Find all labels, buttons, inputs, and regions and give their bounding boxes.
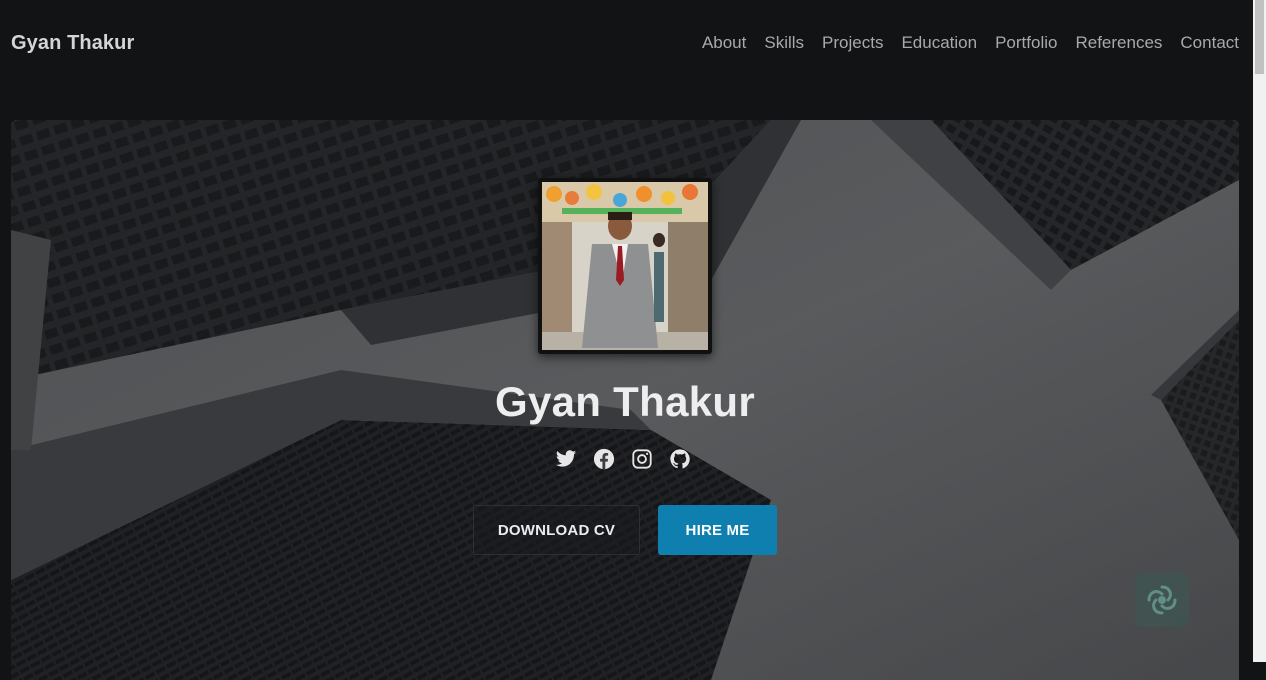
hero-name: Gyan Thakur [494, 378, 756, 425]
profile-photo [538, 178, 712, 354]
scrollbar-thumb[interactable] [1255, 0, 1264, 74]
chat-widget-button[interactable] [1135, 573, 1189, 627]
github-icon[interactable] [669, 448, 691, 470]
chat-widget-icon [1147, 585, 1177, 615]
nav-link-education[interactable]: Education [901, 33, 977, 53]
top-navbar: Gyan Thakur About Skills Projects Educat… [0, 0, 1253, 90]
hero-section: Gyan Thakur DOWNLOAD CV HIRE ME [11, 120, 1239, 680]
nav-link-projects[interactable]: Projects [822, 33, 883, 53]
social-links [555, 448, 691, 470]
nav-link-contact[interactable]: Contact [1180, 33, 1239, 53]
page-scrollbar[interactable] [1253, 0, 1266, 662]
brand-logo[interactable]: Gyan Thakur [11, 32, 134, 55]
nav-link-skills[interactable]: Skills [764, 33, 804, 53]
download-cv-button[interactable]: DOWNLOAD CV [473, 505, 640, 555]
nav-link-references[interactable]: References [1075, 33, 1162, 53]
nav-link-portfolio[interactable]: Portfolio [995, 33, 1057, 53]
nav-links: About Skills Projects Education Portfoli… [702, 33, 1239, 53]
nav-link-about[interactable]: About [702, 33, 746, 53]
facebook-icon[interactable] [593, 448, 615, 470]
twitter-icon[interactable] [555, 448, 577, 470]
instagram-icon[interactable] [631, 448, 653, 470]
profile-photo-image [542, 182, 708, 350]
hire-me-button[interactable]: HIRE ME [658, 505, 777, 555]
